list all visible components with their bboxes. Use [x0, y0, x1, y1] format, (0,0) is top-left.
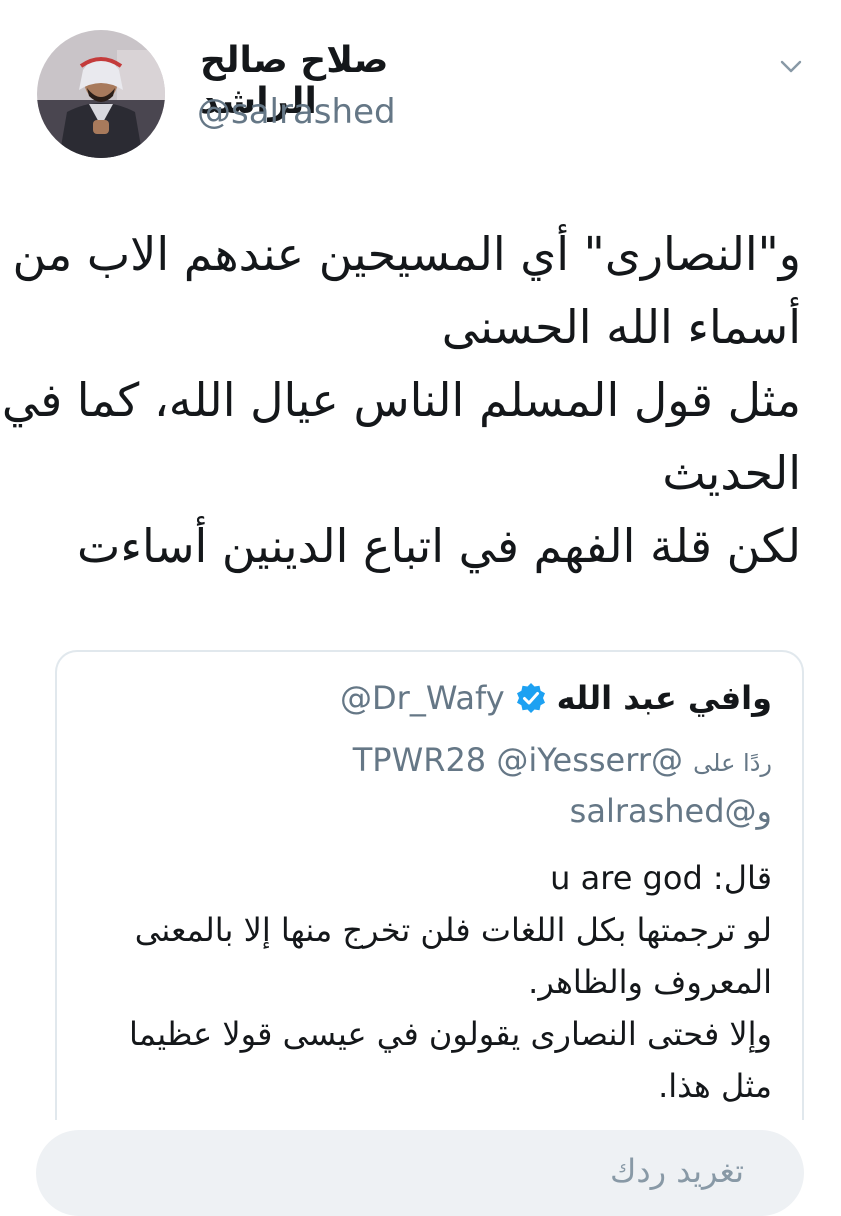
quoted-handle[interactable]: @Dr_Wafy	[340, 679, 505, 717]
tweet-line: مثل قول المسلم الناس عيال الله، كما في	[1, 373, 801, 427]
reply-bar[interactable]: تغريد ردك	[36, 1130, 804, 1216]
quoted-line: مثل هذا.	[658, 1067, 772, 1105]
quoted-line: المعروف والظاهر.	[528, 963, 772, 1001]
user-handle[interactable]: @salrashed	[197, 92, 396, 132]
said-quote: u are god	[550, 859, 703, 897]
verified-badge-icon	[515, 682, 547, 714]
reply-context: ردًا على @TPWR28 @iYesserr و@salrashed	[82, 736, 772, 835]
quoted-tweet-header: وافي عبد الله @Dr_Wafy	[340, 679, 772, 717]
tweet-line: و"النصارى" أي المسيحين عندهم الاب من	[12, 227, 801, 281]
tweet-text: و"النصارى" أي المسيحين عندهم الاب من أسم…	[1, 218, 801, 583]
quoted-tweet-text: قال: u are god لو ترجمتها بكل اللغات فلن…	[72, 852, 772, 1112]
quoted-line: لو ترجمتها بكل اللغات فلن تخرج منها إلا …	[134, 911, 772, 949]
said-prefix: قال:	[712, 859, 772, 897]
quoted-tweet-card[interactable]: وافي عبد الله @Dr_Wafy ردًا على @TPWR28 …	[55, 650, 804, 1120]
reply-mention-salrashed[interactable]: و@salrashed	[570, 792, 772, 830]
avatar[interactable]	[37, 30, 165, 158]
tweet-line: الحديث	[662, 446, 801, 500]
reply-mentions[interactable]: @TPWR28 @iYesserr	[353, 741, 683, 779]
quoted-line: وإلا فحتى النصارى يقولون في عيسى قولا عظ…	[128, 1015, 772, 1053]
tweet-line: أسماء الله الحسنى	[441, 300, 801, 354]
reply-input[interactable]: تغريد ردك	[610, 1152, 744, 1190]
chevron-down-icon[interactable]	[780, 56, 802, 78]
quoted-display-name[interactable]: وافي عبد الله	[557, 679, 772, 717]
tweet-line: لكن قلة الفهم في اتباع الدينين أساءت	[77, 519, 801, 573]
reply-prefix: ردًا على	[693, 749, 772, 777]
